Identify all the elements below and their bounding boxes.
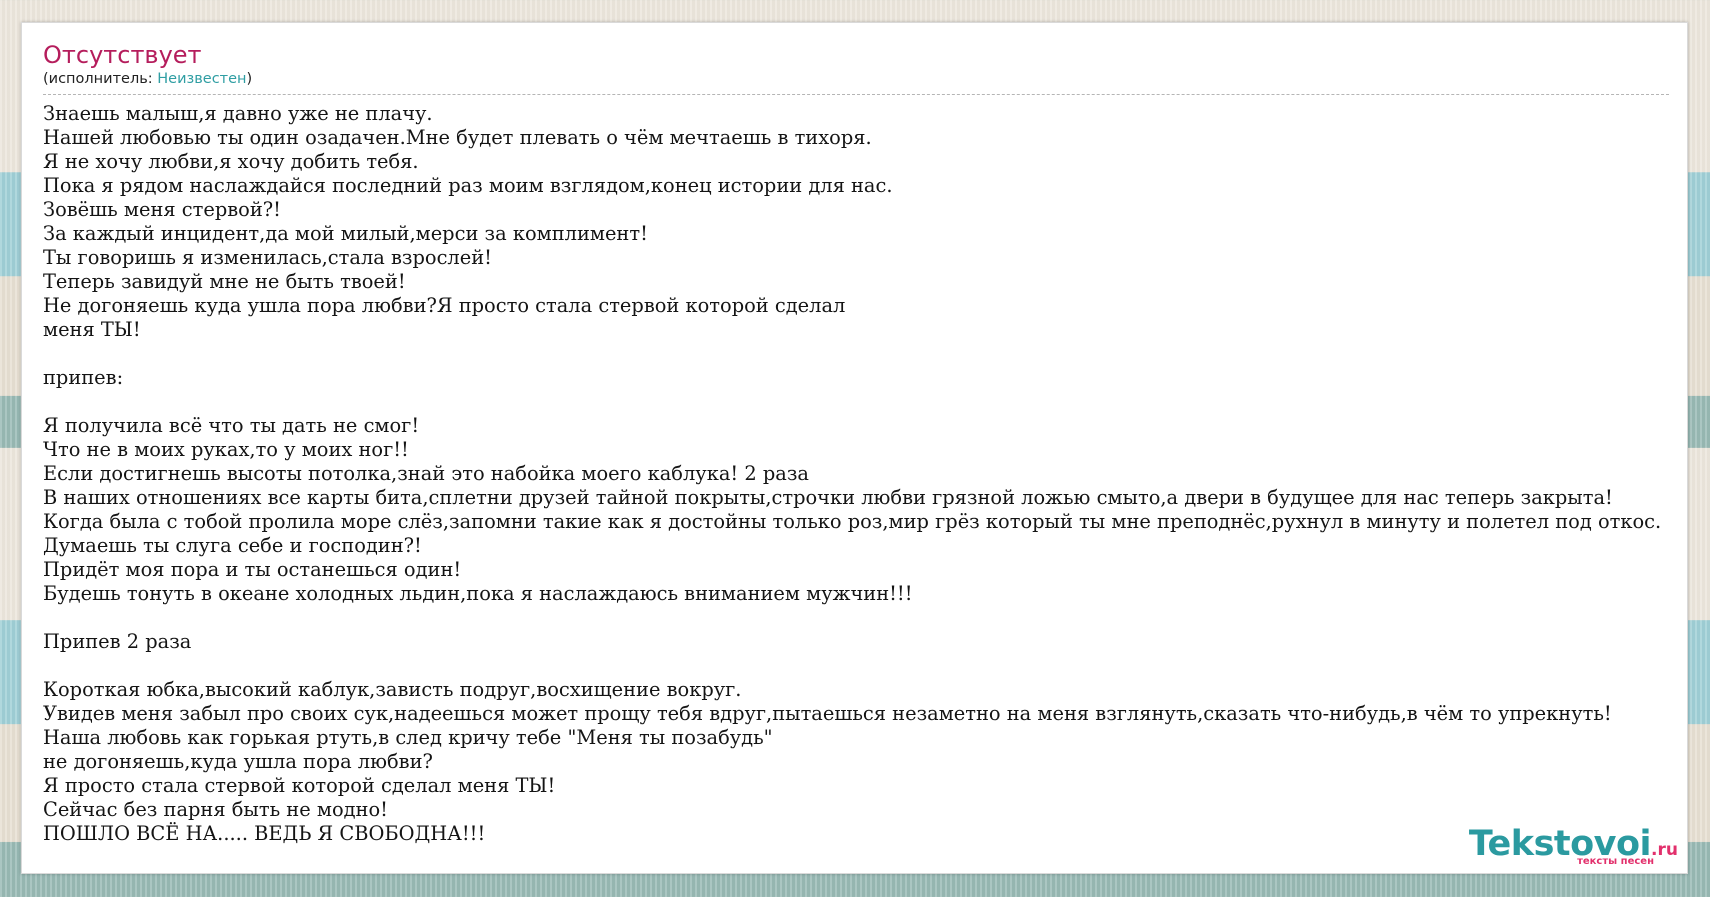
lyric-line: Ты говоришь я изменилась,стала взрослей! [43,246,492,269]
lyric-line [43,606,1710,630]
lyric-line: Знаешь малыш,я давно уже не плачу. [43,102,433,125]
lyric-line: Нашей любовью ты один озадачен.Мне будет… [43,126,872,149]
lyric-line [43,654,1710,678]
lyric-line: Не догоняешь куда ушла пора любви?Я прос… [43,294,846,317]
lyric-line: Будешь тонуть в океане холодных льдин,по… [43,582,913,605]
lyric-line: Что не в моих руках,то у моих ног!! [43,438,409,461]
logo-tld: .ru [1651,840,1678,860]
lyric-line: меня ТЫ! [43,318,141,341]
song-header: Отсутствует (исполнитель: Неизвестен) [43,40,1669,95]
lyric-line: Если достигнешь высоты потолка,знай это … [43,462,809,485]
lyric-line [43,342,1710,366]
lyric-line: не догоняешь,куда ушла пора любви? [43,750,433,773]
artist-link[interactable]: Неизвестен [157,71,246,87]
page: { "song": { "title": "Отсутствует", "art… [0,0,1710,897]
artist-prefix: (исполнитель: [43,71,158,87]
lyrics-text: Знаешь малыш,я давно уже не плачу. Нашей … [43,102,1710,846]
lyric-line [43,390,1710,414]
lyric-line: За каждый инцидент,да мой милый,мерси за… [43,222,648,245]
lyrics-card: Отсутствует (исполнитель: Неизвестен) Зн… [21,22,1688,874]
lyric-line: Я просто стала стервой которой сделал ме… [43,774,556,797]
song-title: Отсутствует [43,41,202,69]
lyric-line: Я получила всё что ты дать не смог! [43,414,420,437]
lyric-line: Я не хочу любви,я хочу добить тебя. [43,150,419,173]
lyric-line: Короткая юбка,высокий каблук,зависть под… [43,678,742,701]
lyric-line: Пока я рядом наслаждайся последний раз м… [43,174,893,197]
lyric-line: Теперь завидуй мне не быть твоей! [43,270,406,293]
site-logo[interactable]: Tekstovoi.ru тексты песен [1469,826,1678,867]
lyric-line: Зовёшь меня стервой?! [43,198,281,221]
lyric-line: Думаешь ты слуга себе и господин?! [43,534,422,557]
lyric-line: Сейчас без парня быть не модно! [43,798,388,821]
lyric-line: Когда была с тобой пролила море слёз,зап… [43,510,1662,533]
lyric-line: ПОШЛО ВСЁ НА..... ВЕДЬ Я СВОБОДНА!!! [43,822,486,845]
lyric-line: Увидев меня забыл про своих сук,надеешьс… [43,702,1612,725]
lyric-line: Придёт моя пора и ты останешься один! [43,558,462,581]
lyric-line: припев: [43,366,124,389]
artist-suffix: ) [246,71,253,87]
artist-line: (исполнитель: Неизвестен) [43,70,1669,88]
lyric-line: Наша любовь как горькая ртуть,в след кри… [43,726,773,749]
lyric-line: В наших отношениях все карты бита,сплетн… [43,486,1613,509]
lyric-line: Припев 2 раза [43,630,192,653]
